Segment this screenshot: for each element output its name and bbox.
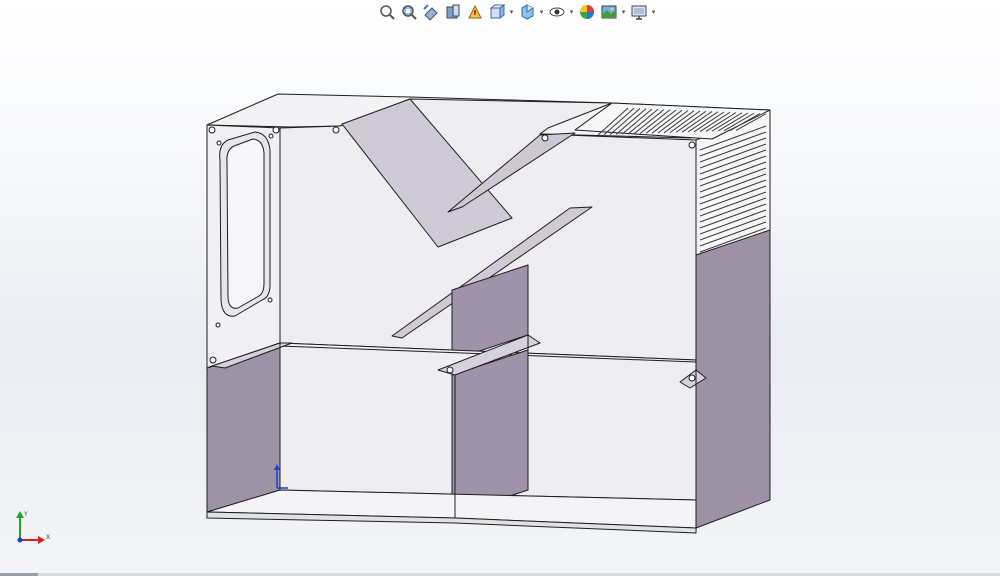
previous-view-icon [422, 4, 438, 21]
boss-hole [208, 126, 216, 134]
zoom-to-area-button[interactable] [398, 2, 419, 23]
triad-y-arrow [16, 511, 24, 518]
section-view-button[interactable] [442, 2, 463, 23]
heads-up-view-toolbar: ▾ ▾ ▾ ▾ ▾ [376, 1, 657, 23]
right-side-panel [695, 229, 771, 529]
triad-x-arrow [38, 536, 45, 544]
boss-hole [446, 366, 454, 374]
boss-hole [209, 356, 217, 364]
scene-icon [601, 5, 616, 19]
appearance-icon [579, 5, 594, 19]
view-orientation-icon [489, 4, 505, 19]
boss-hole [216, 140, 222, 146]
left-lower-wall [206, 342, 281, 513]
boss-hole [688, 374, 696, 382]
chevron-down-icon[interactable]: ▾ [508, 2, 515, 23]
chevron-down-icon[interactable]: ▾ [620, 2, 627, 23]
reference-triad: X Y [8, 510, 52, 546]
zoom-area-icon [401, 5, 417, 20]
graphics-viewport[interactable] [0, 0, 1000, 576]
hide-show-items-button[interactable] [546, 2, 567, 23]
chevron-down-icon[interactable]: ▾ [568, 2, 575, 23]
chevron-down-icon[interactable]: ▾ [538, 2, 545, 23]
view-orientation-button[interactable] [486, 2, 507, 23]
edit-appearance-button[interactable] [576, 2, 597, 23]
triad-z-axis [17, 537, 23, 543]
enclosure-body [206, 93, 771, 534]
display-style-icon [521, 4, 533, 20]
display-style-button[interactable] [516, 2, 537, 23]
boss-hole [268, 133, 274, 139]
boss-hole [215, 322, 221, 328]
middle-divider-lower [451, 349, 529, 516]
zoom-to-fit-button[interactable] [376, 2, 397, 23]
triad-x-label: X [46, 534, 50, 541]
enclosure-model[interactable] [0, 0, 1000, 576]
triad-y-label: Y [23, 511, 28, 518]
left-window-inner [226, 138, 265, 309]
chevron-down-icon[interactable]: ▾ [650, 2, 657, 23]
boss-hole [267, 297, 273, 303]
previous-view-button[interactable] [420, 2, 441, 23]
monitor-icon [631, 5, 646, 20]
view-settings-button[interactable] [628, 2, 649, 23]
apply-scene-button[interactable] [598, 2, 619, 23]
boss-hole [688, 141, 696, 149]
hide-show-icon [549, 7, 564, 17]
section-view-icon [446, 4, 459, 19]
boss-hole [272, 126, 280, 134]
dynamic-annotation-views-button[interactable] [464, 2, 485, 23]
annotation-view-icon [467, 4, 482, 19]
boss-hole [541, 134, 549, 142]
zoom-fit-icon [379, 5, 395, 20]
boss-hole [332, 126, 340, 134]
